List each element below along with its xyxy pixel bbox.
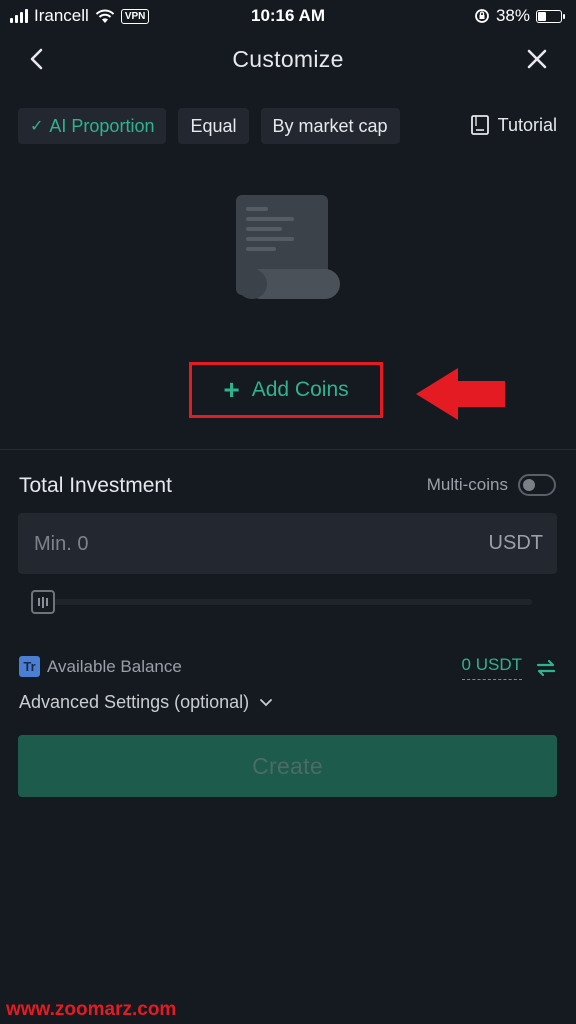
tab-label: By market cap	[272, 115, 388, 136]
check-icon: ✓	[30, 118, 44, 135]
close-icon[interactable]	[522, 44, 552, 74]
page-title: Customize	[232, 46, 344, 72]
investment-slider-track[interactable]	[42, 599, 532, 605]
investment-input-box: USDT	[18, 513, 557, 576]
chevron-down-icon	[260, 698, 273, 706]
advanced-settings-toggle[interactable]: Advanced Settings (optional)	[19, 692, 273, 713]
add-coins-label: Add Coins	[251, 378, 349, 401]
advanced-settings-label: Advanced Settings (optional)	[19, 692, 250, 712]
multi-coins-option: Multi-coins	[427, 474, 556, 496]
allocation-tabs: ✓ AI Proportion Equal By market cap	[18, 108, 400, 144]
create-button[interactable]: Create	[18, 735, 557, 797]
tutorial-label: Tutorial	[497, 114, 557, 135]
plus-icon: +	[223, 374, 240, 405]
orientation-lock-icon	[475, 9, 489, 23]
tab-label: Equal	[190, 115, 237, 136]
investment-amount-input[interactable]	[32, 513, 436, 576]
watermark: www.zoomarz.com	[6, 999, 177, 1020]
add-coins-highlight: + Add Coins	[189, 362, 383, 418]
multi-coins-toggle[interactable]	[518, 474, 556, 496]
battery-icon	[536, 9, 565, 23]
available-balance-label: Available Balance	[47, 656, 182, 676]
empty-list-illustration	[236, 195, 340, 299]
tab-equal[interactable]: Equal	[178, 108, 249, 144]
book-icon	[470, 115, 489, 135]
status-bar: Irancell VPN 10:16 AM 38%	[0, 0, 576, 30]
tab-label: AI Proportion	[49, 115, 155, 136]
status-right: 38%	[474, 6, 565, 26]
tutorial-link[interactable]: Tutorial	[470, 114, 557, 136]
balance-token-icon: Tr	[19, 656, 40, 677]
balance-value[interactable]: 0 USDT	[461, 655, 522, 680]
balance-display: 0 USDT	[461, 655, 556, 680]
nav-header: Customize	[0, 36, 576, 84]
slider-thumb[interactable]	[31, 590, 55, 614]
multi-coins-label: Multi-coins	[426, 475, 508, 494]
available-balance-row: Tr Available Balance	[19, 656, 182, 677]
arrow-left-icon	[416, 368, 505, 420]
section-divider	[0, 449, 576, 450]
currency-unit: USDT	[488, 532, 543, 554]
toggle-knob	[523, 479, 535, 491]
battery-percent: 38%	[495, 6, 530, 25]
total-investment-label: Total Investment	[19, 474, 172, 497]
tab-ai-proportion[interactable]: ✓ AI Proportion	[18, 108, 167, 144]
add-coins-button[interactable]: + Add Coins	[192, 365, 380, 415]
tab-by-market-cap[interactable]: By market cap	[260, 108, 400, 144]
transfer-icon[interactable]	[536, 658, 556, 678]
